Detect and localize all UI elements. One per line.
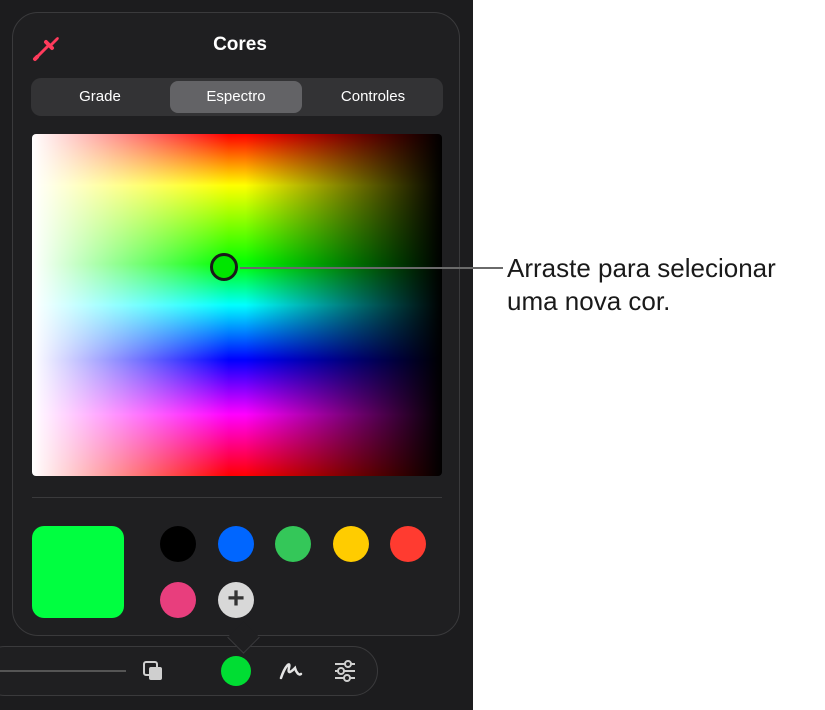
mode-segmented-control: Grade Espectro Controles (31, 78, 443, 116)
swatch-blue[interactable] (218, 526, 254, 562)
tab-controles[interactable]: Controles (303, 81, 443, 113)
swatch-yellow[interactable] (333, 526, 369, 562)
plus-icon[interactable]: + (218, 582, 254, 618)
swatch-green[interactable] (275, 526, 311, 562)
callout-tick (493, 267, 503, 269)
sliders-icon[interactable] (332, 658, 358, 684)
color-spectrum[interactable] (32, 134, 442, 476)
callout-label: Arraste para selecionar uma nova cor. (507, 253, 776, 316)
size-slider[interactable] (0, 670, 126, 672)
callout-line (240, 267, 495, 269)
tab-grade[interactable]: Grade (31, 81, 169, 113)
pen-icon[interactable] (277, 656, 305, 684)
tab-espectro[interactable]: Espectro (170, 81, 302, 113)
swatch-black[interactable] (160, 526, 196, 562)
swatch-pink[interactable] (160, 582, 196, 618)
layers-icon[interactable] (140, 658, 166, 684)
swatch-red[interactable] (390, 526, 426, 562)
toolbar-color-button[interactable] (221, 656, 251, 686)
divider (32, 497, 442, 498)
spectrum-selection-handle[interactable] (210, 253, 238, 281)
current-color-swatch (32, 526, 124, 618)
popover-title: Cores (213, 34, 267, 55)
